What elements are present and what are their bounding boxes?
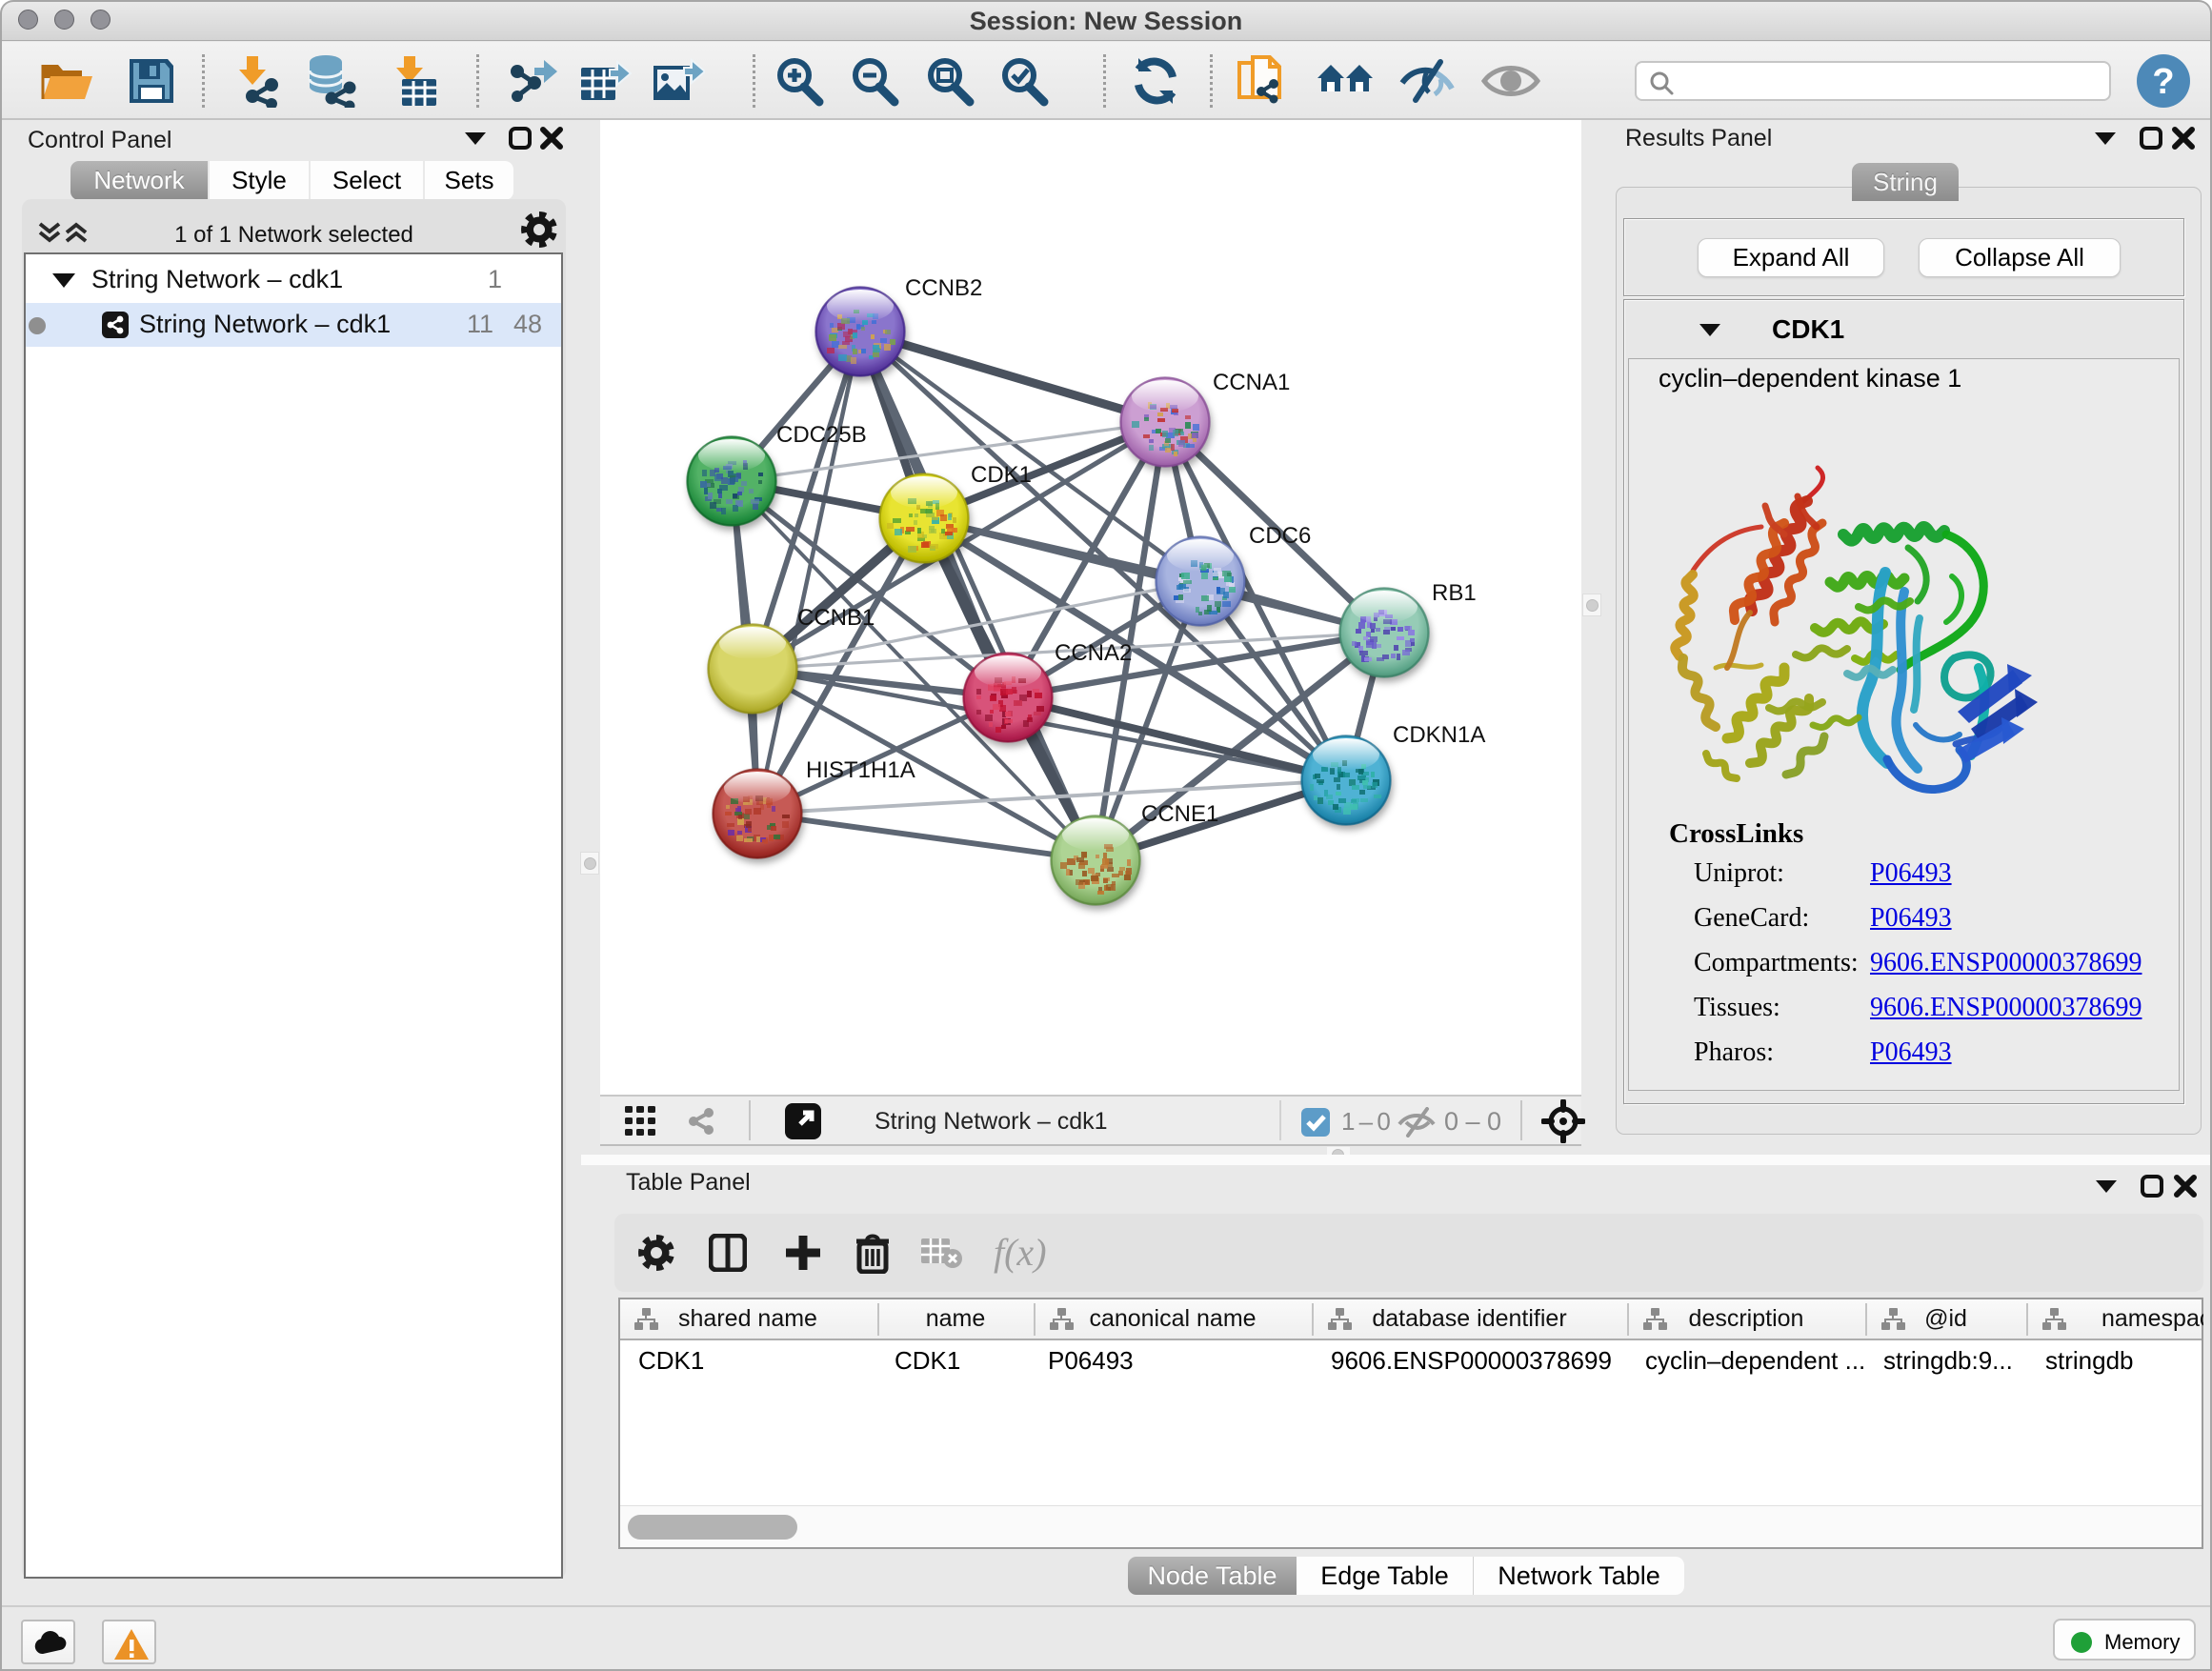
svg-text:CDC6: CDC6	[1249, 523, 1311, 549]
svg-text:CDC25B: CDC25B	[776, 422, 867, 448]
svg-text:CDKN1A: CDKN1A	[1393, 722, 1485, 748]
svg-text:CCNB1: CCNB1	[797, 605, 875, 631]
svg-text:CDK1: CDK1	[971, 462, 1032, 488]
svg-text:RB1: RB1	[1432, 580, 1477, 606]
svg-text:CCNE1: CCNE1	[1141, 801, 1218, 827]
svg-text:CCNA2: CCNA2	[1055, 640, 1132, 666]
svg-text:CCNA1: CCNA1	[1213, 370, 1290, 395]
svg-text:HIST1H1A: HIST1H1A	[806, 757, 915, 783]
svg-text:CCNB2: CCNB2	[905, 275, 982, 301]
svg-text:?: ?	[2152, 62, 2174, 102]
